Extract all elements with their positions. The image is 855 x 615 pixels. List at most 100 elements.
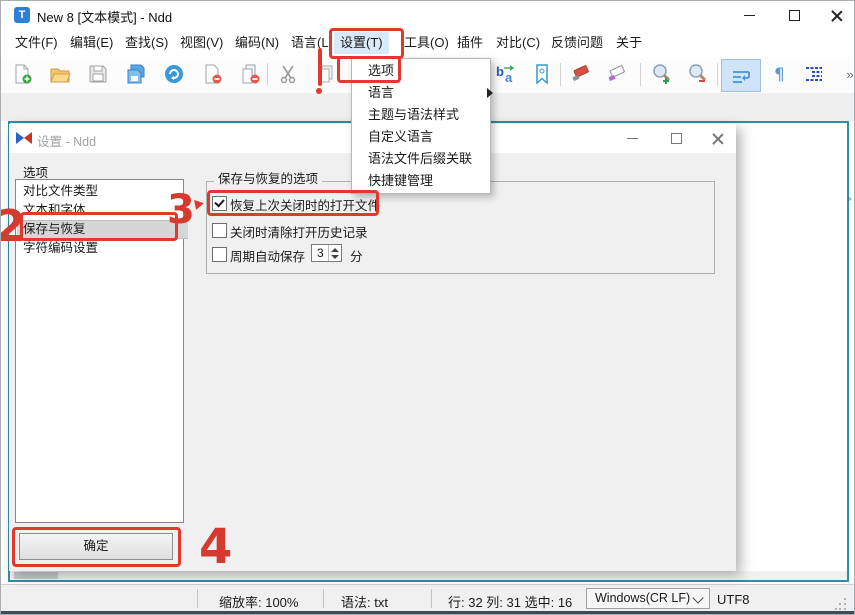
menu-encoding[interactable]: 编码(N) — [229, 32, 285, 54]
new-file-button[interactable] — [9, 61, 35, 87]
toolbar-separator — [717, 63, 718, 86]
restore-files-checkbox[interactable] — [212, 196, 227, 211]
menu-item-shortcut-manager[interactable]: 快捷键管理 — [353, 170, 502, 192]
menu-item-theme-syntax[interactable]: 主题与语法样式 — [353, 104, 502, 126]
restore-files-label[interactable]: 恢复上次关闭时的打开文件 — [230, 195, 380, 214]
indent-guide-button[interactable] — [801, 61, 827, 87]
close-all-documents-button[interactable] — [237, 61, 263, 87]
category-encoding-settings[interactable]: 字符编码设置 — [17, 239, 188, 258]
menu-item-options[interactable]: 选项 — [353, 60, 502, 82]
statusbar-separator — [197, 589, 198, 608]
menu-file[interactable]: 文件(F) — [9, 32, 64, 54]
word-wrap-button[interactable] — [721, 59, 761, 92]
caret-position-label: 行: 32 列: 31 选中: 16 — [448, 595, 573, 610]
mark-clear-icon — [608, 65, 625, 82]
autosave-unit-label: 分 — [350, 250, 363, 264]
close-document-button[interactable] — [199, 61, 225, 87]
menu-item-custom-language[interactable]: 自定义语言 — [353, 126, 502, 148]
encoding-label: UTF8 — [717, 592, 750, 607]
svg-text:¶: ¶ — [774, 65, 785, 85]
show-paragraph-marks-button[interactable]: ¶ — [767, 61, 793, 87]
bookmark-button[interactable] — [529, 61, 555, 87]
dialog-close-button[interactable] — [698, 124, 736, 153]
save-icon — [89, 65, 107, 83]
title-bar: T New 8 [文本模式] - Ndd — [1, 1, 854, 29]
autosave-checkbox[interactable] — [212, 247, 227, 262]
maximize-button[interactable] — [773, 1, 815, 29]
cut-icon — [280, 65, 296, 84]
ok-button[interactable]: 确定 — [19, 533, 173, 560]
horizontal-scrollbar[interactable] — [10, 571, 847, 580]
cut-button[interactable] — [275, 61, 301, 87]
spinner-buttons[interactable] — [328, 245, 341, 261]
category-compare-file-types[interactable]: 对比文件类型 — [17, 182, 188, 201]
submenu-arrow-icon — [487, 88, 493, 98]
minimize-icon — [743, 14, 755, 16]
toolbar-separator — [640, 63, 641, 86]
menu-plugins[interactable]: 插件 — [451, 32, 489, 54]
mark-clear-button[interactable] — [605, 61, 631, 87]
window-title: New 8 [文本模式] - Ndd — [37, 10, 173, 25]
new-file-icon — [15, 64, 32, 84]
menu-settings[interactable]: 设置(T) — [334, 32, 389, 54]
zoom-out-button[interactable] — [685, 61, 711, 87]
chevron-down-icon — [692, 592, 704, 604]
open-folder-icon — [50, 68, 71, 83]
menu-edit[interactable]: 编辑(E) — [64, 32, 119, 54]
menu-feedback[interactable]: 反馈问题 — [545, 32, 609, 54]
dialog-maximize-button[interactable] — [657, 124, 695, 153]
refresh-button[interactable] — [161, 61, 187, 87]
eol-selector[interactable]: Windows(CR LF) — [586, 588, 710, 609]
copy-button[interactable] — [313, 61, 339, 87]
open-file-button[interactable] — [47, 61, 73, 87]
menu-language[interactable]: 语言(L) — [285, 32, 339, 54]
maximize-icon — [670, 133, 682, 144]
resize-grip[interactable] — [835, 598, 847, 610]
statusbar-separator — [431, 589, 432, 608]
close-icon — [712, 133, 723, 144]
dialog-minimize-button[interactable] — [613, 124, 651, 153]
indent-guide-icon — [806, 67, 822, 81]
zoom-in-button[interactable] — [649, 61, 675, 87]
mark-highlight-button[interactable] — [569, 61, 595, 87]
menu-about[interactable]: 关于 — [610, 32, 648, 54]
menu-item-suffix-assoc[interactable]: 语法文件后缀关联 — [353, 148, 502, 170]
menu-compare[interactable]: 对比(C) — [490, 32, 546, 54]
horizontal-scrollbar-thumb[interactable] — [14, 572, 58, 579]
svg-text:a: a — [505, 70, 513, 85]
settings-dropdown-menu: 选项 语言 主题与语法样式 自定义语言 语法文件后缀关联 快捷键管理 — [351, 58, 493, 194]
syntax-label: 语法: txt — [341, 595, 388, 610]
dialog-title: 设置 - Ndd — [37, 135, 97, 149]
category-save-and-restore[interactable]: 保存与恢复 — [17, 220, 188, 239]
menu-tools[interactable]: 工具(O) — [398, 32, 455, 54]
minimize-button[interactable] — [728, 1, 770, 29]
app-icon: T — [14, 7, 30, 23]
save-all-button[interactable] — [123, 61, 149, 87]
menu-item-label: 语言 — [368, 85, 395, 100]
maximize-icon — [788, 9, 800, 21]
close-document-icon — [205, 64, 222, 84]
menu-item-language[interactable]: 语言 — [353, 82, 502, 104]
menu-bar: 文件(F) 编辑(E) 查找(S) 视图(V) 编码(N) 语言(L) 设置(T… — [1, 29, 854, 57]
statusbar-separator — [323, 589, 324, 608]
menu-view[interactable]: 视图(V) — [174, 32, 229, 54]
toolbar-separator — [560, 63, 561, 86]
clear-history-checkbox[interactable] — [212, 223, 227, 238]
toolbar-overflow-button[interactable]: » — [837, 61, 854, 87]
window-bottom-edge — [1, 611, 854, 614]
category-list: 对比文件类型 文本和字体 保存与恢复 字符编码设置 — [15, 179, 188, 523]
menu-search[interactable]: 查找(S) — [119, 32, 174, 54]
close-button[interactable] — [815, 1, 854, 29]
autosave-label[interactable]: 周期自动保存 — [230, 246, 305, 265]
copy-icon — [318, 65, 333, 83]
save-button[interactable] — [85, 61, 111, 87]
toolbar-separator — [267, 63, 268, 86]
category-text-and-font[interactable]: 文本和字体 — [17, 201, 188, 220]
paragraph-mark-icon: ¶ — [774, 65, 785, 85]
zoom-out-icon — [689, 64, 707, 82]
clear-history-label[interactable]: 关闭时清除打开历史记录 — [230, 222, 368, 241]
autosave-interval-spinner[interactable]: 3 — [311, 244, 342, 262]
save-all-icon — [127, 64, 145, 84]
autosave-interval-value: 3 — [317, 246, 324, 260]
spin-down-icon — [331, 255, 339, 259]
